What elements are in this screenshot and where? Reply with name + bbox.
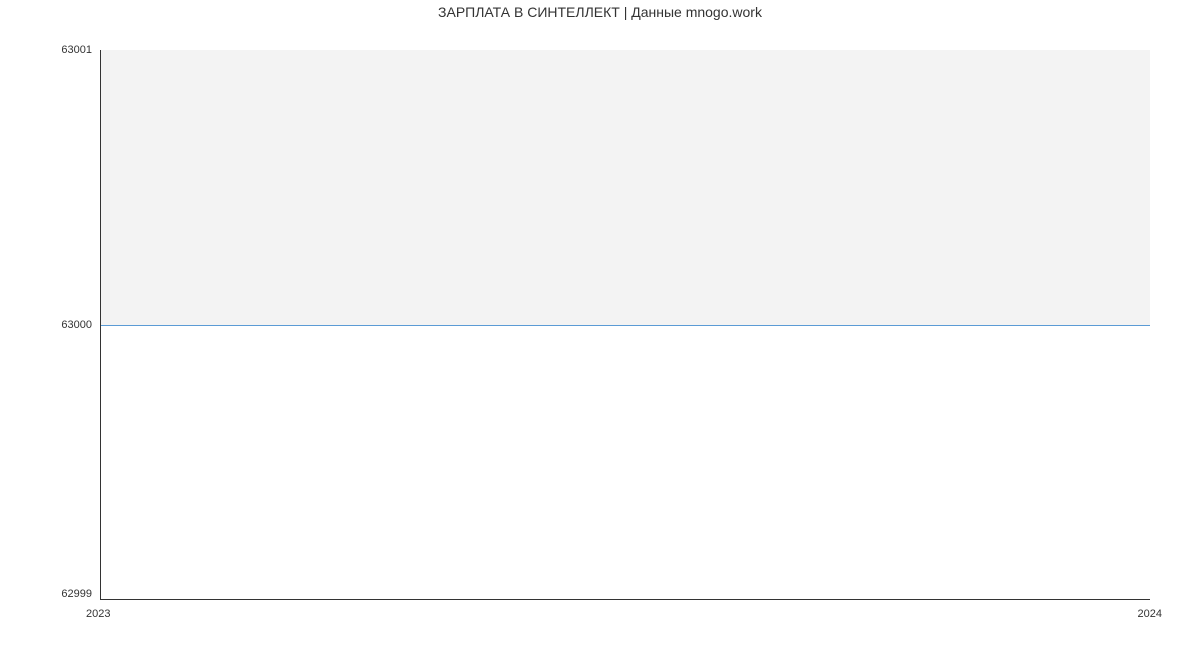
chart-title: ЗАРПЛАТА В СИНТЕЛЛЕКТ | Данные mnogo.wor… [0, 0, 1200, 20]
shaded-band [101, 50, 1150, 325]
y-tick-label: 62999 [42, 588, 92, 600]
chart-plot-area [100, 50, 1150, 600]
x-tick-label: 2024 [1138, 608, 1162, 620]
y-tick-label: 63000 [42, 319, 92, 331]
y-tick-label: 63001 [42, 44, 92, 56]
data-line [101, 325, 1150, 326]
x-tick-label: 2023 [86, 608, 110, 620]
